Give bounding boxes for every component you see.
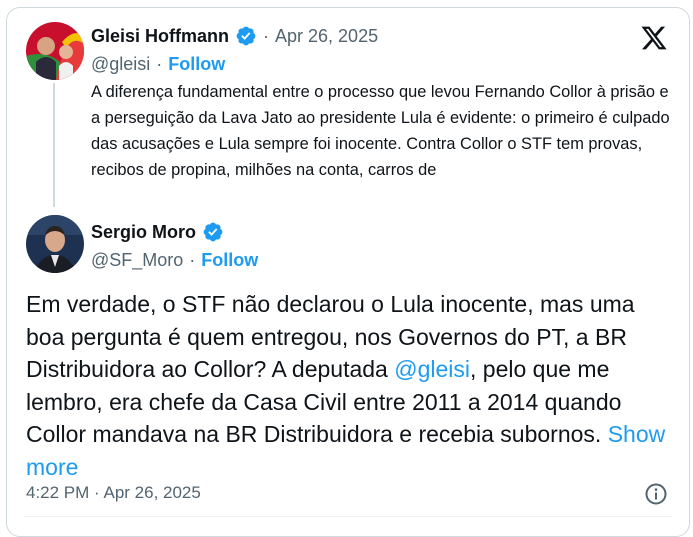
- verified-badge-icon: [236, 26, 256, 46]
- separator-dot: ·: [156, 53, 163, 74]
- quoted-subheader: @gleisi · Follow: [91, 52, 225, 76]
- divider: [24, 516, 672, 517]
- separator-dot: ·: [189, 249, 196, 270]
- tweet-text: Em verdade, o STF não declarou o Lula in…: [26, 288, 676, 483]
- reply-header: Sergio Moro: [91, 220, 224, 244]
- author-name[interactable]: Sergio Moro: [91, 222, 196, 243]
- tweet-timestamp[interactable]: 4:22 PM · Apr 26, 2025: [26, 483, 201, 503]
- verified-badge-icon: [203, 222, 223, 242]
- author-name[interactable]: Gleisi Hoffmann: [91, 26, 229, 47]
- follow-button[interactable]: Follow: [168, 54, 225, 75]
- moro-avatar[interactable]: [26, 215, 84, 273]
- quoted-date[interactable]: Apr 26, 2025: [275, 26, 378, 47]
- avatar-image: [26, 215, 84, 273]
- author-handle[interactable]: @gleisi: [91, 54, 150, 75]
- thread-connector-line: [53, 83, 55, 207]
- avatar-image: [26, 22, 84, 80]
- quoted-tweet-text: A diferença fundamental entre o processo…: [91, 83, 670, 179]
- x-logo-icon[interactable]: [640, 24, 668, 52]
- author-handle[interactable]: @SF_Moro: [91, 250, 183, 271]
- follow-button[interactable]: Follow: [201, 250, 258, 271]
- quoted-header: Gleisi Hoffmann · Apr 26, 2025: [91, 24, 378, 48]
- reply-subheader: @SF_Moro · Follow: [91, 248, 258, 272]
- gleisi-avatar[interactable]: [26, 22, 84, 80]
- info-icon[interactable]: [644, 482, 668, 506]
- separator-dot: ·: [263, 25, 270, 46]
- mention-link[interactable]: @gleisi: [394, 356, 470, 382]
